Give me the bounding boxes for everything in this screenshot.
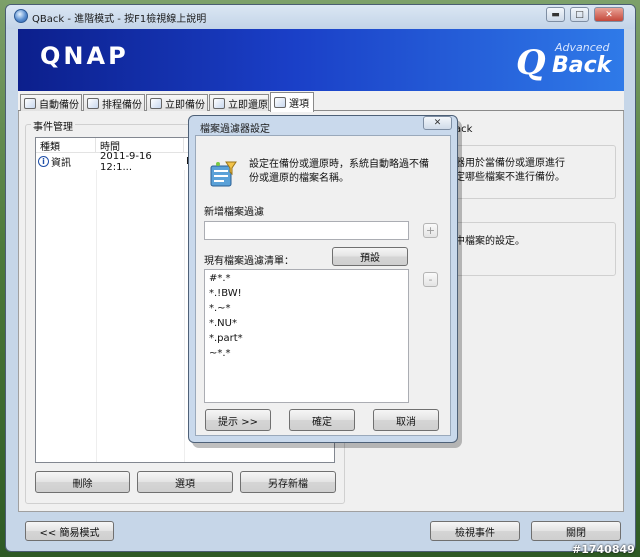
tab-label: 排程備份 [102, 99, 142, 111]
grid-line [184, 170, 185, 462]
description-line: 設定在備份或還原時，系統自動略過不備 [249, 159, 429, 170]
tab-label: 選項 [289, 99, 309, 110]
options-button[interactable]: 選項 [137, 471, 233, 493]
file-filter-icon [210, 161, 237, 187]
event-panel-title: 事件管理 [31, 118, 75, 133]
watermark: #1740849 [572, 543, 635, 556]
settings-description: 中檔案的設定。 [455, 236, 525, 247]
remove-filter-button[interactable]: - [423, 272, 438, 287]
file-filter-description-2: 定哪些檔案不進行備份。 [455, 172, 565, 183]
logo-back-text: Back [552, 53, 612, 78]
list-item[interactable]: #*.* [209, 273, 231, 284]
list-item[interactable]: ~*.* [209, 348, 231, 359]
current-filter-label: 現有檔案過濾清單： [204, 256, 294, 267]
grid-line [96, 170, 97, 462]
file-filter-description-1: 器用於當備份或還原進行 [455, 158, 565, 169]
window-close-button[interactable]: ✕ [594, 7, 624, 22]
window-title: QBack - 進階模式 - 按F1檢視線上說明 [32, 14, 207, 25]
tab-label: 立即備份 [165, 99, 205, 111]
dialog-title: 檔案過濾器設定 [200, 124, 270, 135]
hint-button[interactable]: 提示 >> [205, 409, 271, 431]
info-icon: i [38, 156, 49, 167]
list-item[interactable]: *.!BW! [209, 288, 242, 299]
logo-q-letter: Q [516, 43, 546, 83]
tab-restore-now[interactable]: 立即還原 [209, 94, 269, 111]
tab-options[interactable]: 選項 [270, 92, 314, 112]
qback-app-icon [14, 9, 28, 23]
simple-mode-button[interactable]: << 簡易模式 [25, 521, 114, 541]
maximize-button[interactable]: □ [570, 7, 589, 22]
dialog-close-button[interactable]: ✕ [423, 116, 452, 130]
column-header-type[interactable]: 種類 [36, 138, 96, 153]
save-as-button[interactable]: 另存新檔 [240, 471, 336, 493]
cancel-button[interactable]: 取消 [373, 409, 439, 431]
list-item[interactable]: *.~* [209, 303, 231, 314]
tab-backup-now[interactable]: 立即備份 [146, 94, 208, 111]
default-button[interactable]: 預設 [332, 247, 408, 266]
tab-label: 自動備份 [39, 99, 79, 111]
auto-backup-icon [24, 97, 36, 109]
table-row-time[interactable]: 2011-9-16 12:1... [100, 151, 184, 173]
schedule-backup-icon [87, 97, 99, 109]
add-filter-button[interactable]: + [423, 223, 438, 238]
ok-button[interactable]: 確定 [289, 409, 355, 431]
close-button[interactable]: 關閉 [531, 521, 621, 541]
new-filter-input[interactable] [204, 221, 409, 240]
qnap-logo: QNAP [40, 42, 129, 70]
event-type: 資訊 [51, 158, 71, 169]
tab-label: 立即還原 [228, 99, 268, 111]
tab-auto-backup[interactable]: 自動備份 [20, 94, 82, 111]
new-filter-label: 新增檔案過濾 [204, 207, 264, 218]
list-item[interactable]: *.NU* [209, 318, 237, 329]
restore-now-icon [213, 97, 225, 109]
tab-schedule-backup[interactable]: 排程備份 [83, 94, 145, 111]
table-row-type[interactable]: i 資訊 [38, 154, 96, 169]
dialog-description: 設定在備份或還原時，系統自動略過不備 份或還原的檔案名稱。 [249, 158, 449, 186]
description-line: 份或還原的檔案名稱。 [249, 173, 349, 184]
backup-now-icon [150, 97, 162, 109]
list-item[interactable]: *.part* [209, 333, 243, 344]
minimize-button[interactable]: ▬ [546, 7, 565, 22]
delete-button[interactable]: 刪除 [35, 471, 130, 493]
options-icon [274, 97, 286, 108]
view-events-button[interactable]: 檢視事件 [430, 521, 520, 541]
